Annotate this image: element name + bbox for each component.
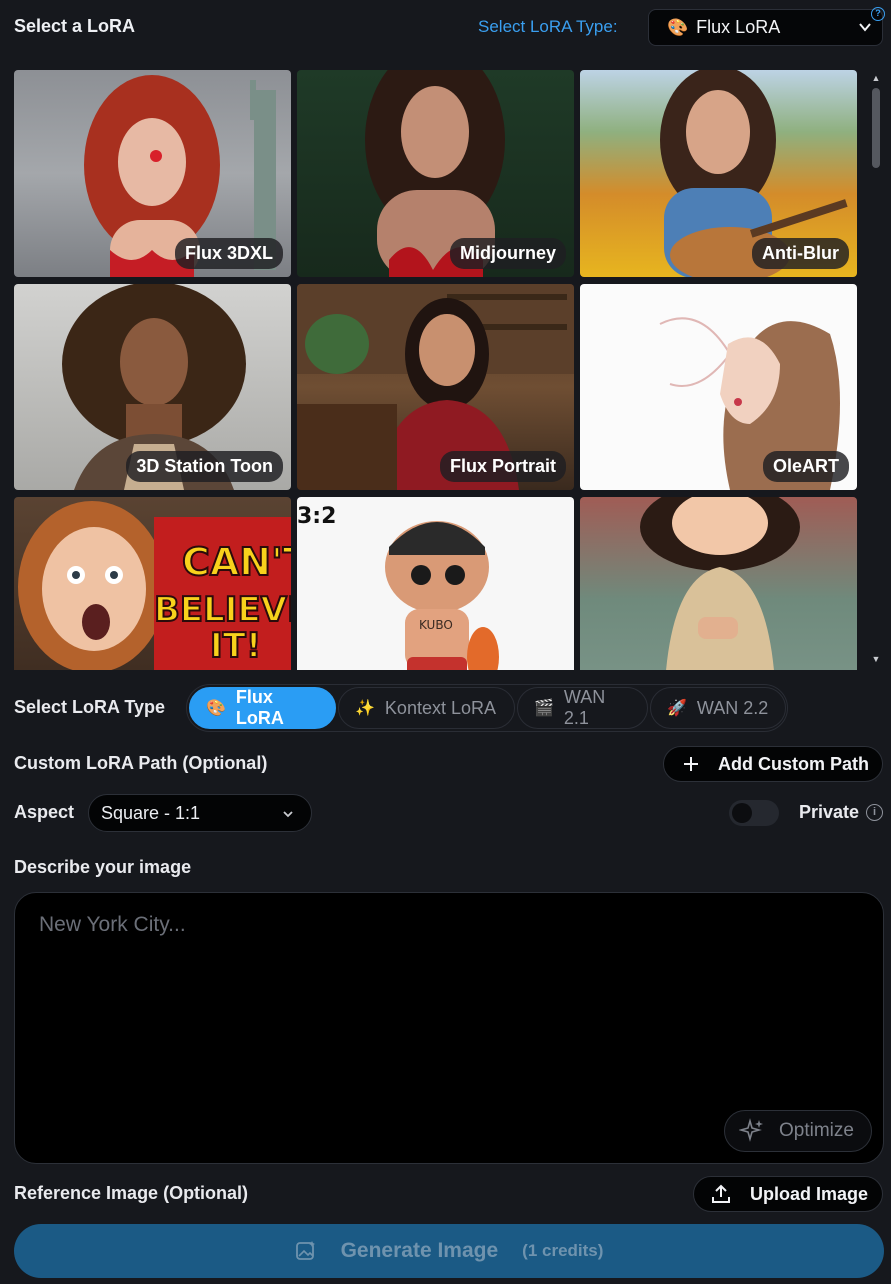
chevron-down-icon bbox=[283, 811, 293, 818]
info-icon[interactable]: i bbox=[866, 804, 883, 821]
optimize-button[interactable]: Optimize bbox=[724, 1110, 872, 1152]
clapperboard-icon: 🎬 bbox=[534, 700, 554, 717]
lora-type-label: Select LoRA Type: bbox=[478, 17, 618, 36]
prompt-textarea[interactable] bbox=[39, 913, 859, 1093]
page-title: Select a LoRA bbox=[14, 16, 136, 36]
scroll-up-arrow-icon[interactable]: ▲ bbox=[870, 73, 882, 83]
lora-card-label: Flux 3DXL bbox=[174, 238, 283, 269]
custom-path-label: Custom LoRA Path (Optional) bbox=[14, 753, 268, 773]
add-custom-path-label: Add Custom Path bbox=[718, 753, 869, 774]
reference-image-label: Reference Image (Optional) bbox=[14, 1183, 249, 1203]
aspect-select-value: Square - 1:1 bbox=[101, 802, 201, 823]
toggle-knob bbox=[732, 803, 752, 823]
sparkle-icon bbox=[739, 1118, 763, 1142]
aspect-label: Aspect bbox=[14, 802, 75, 822]
lora-thumbnail: 3:2 KUBO bbox=[297, 504, 499, 670]
aspect-corner-text: 3:2 bbox=[297, 504, 336, 529]
lora-card-label: Anti-Blur bbox=[752, 238, 849, 269]
lora-type-select-value: Flux LoRA bbox=[696, 17, 781, 37]
upload-icon bbox=[712, 1184, 730, 1203]
optimize-label: Optimize bbox=[779, 1120, 854, 1141]
upload-image-label: Upload Image bbox=[750, 1183, 869, 1204]
describe-label: Describe your image bbox=[14, 857, 192, 877]
tab-label: Flux LoRA bbox=[235, 687, 284, 728]
overlay-text-line: CAN'T bbox=[182, 540, 291, 584]
plus-icon bbox=[684, 757, 698, 771]
sparkles-icon: ✨ bbox=[355, 700, 375, 717]
private-label: Private bbox=[799, 802, 860, 822]
private-toggle[interactable] bbox=[729, 800, 779, 826]
tab-label: WAN 2.2 bbox=[696, 697, 769, 718]
scroll-down-arrow-icon[interactable]: ▼ bbox=[870, 654, 882, 664]
generate-image-label: Generate Image bbox=[340, 1239, 499, 1262]
image-sparkle-icon bbox=[295, 1241, 315, 1260]
generate-image-button[interactable]: Generate Image (1 credits) bbox=[14, 1224, 884, 1278]
lora-card-label: 3D Station Toon bbox=[126, 451, 283, 482]
lora-card[interactable]: 3:2 KUBO bbox=[297, 497, 574, 670]
palette-icon: 🎨 bbox=[667, 17, 689, 37]
lora-thumbnail bbox=[640, 497, 800, 670]
chevron-down-icon bbox=[859, 23, 871, 32]
tab-label: Kontext LoRA bbox=[384, 697, 496, 718]
lora-card[interactable] bbox=[580, 497, 857, 670]
lora-gallery: Flux 3DXL Midjourney Anti-Blur 3D Statio… bbox=[14, 70, 857, 670]
lora-type-row-label: Select LoRA Type bbox=[14, 697, 166, 717]
tab-flux-lora[interactable]: 🎨 Flux LoRA bbox=[189, 687, 336, 729]
lora-card[interactable]: 3D Station Toon bbox=[14, 284, 291, 490]
overlay-text-line: IT! bbox=[210, 626, 261, 666]
lora-card[interactable]: Flux 3DXL bbox=[14, 70, 291, 277]
add-custom-path-button[interactable]: Add Custom Path bbox=[663, 746, 883, 782]
lora-card-label: Flux Portrait bbox=[439, 451, 566, 482]
lora-card[interactable]: CAN'T BELIEVE! IT! bbox=[14, 497, 291, 670]
lora-thumbnail: CAN'T BELIEVE! IT! bbox=[18, 501, 291, 670]
tab-label: WAN 2.1 bbox=[563, 687, 606, 728]
lora-card[interactable]: OleART bbox=[580, 284, 857, 490]
tab-wan-2-1[interactable]: 🎬 WAN 2.1 bbox=[517, 687, 648, 729]
lora-type-select[interactable]: 🎨 Flux LoRA bbox=[648, 9, 883, 46]
rocket-icon: 🚀 bbox=[667, 700, 687, 717]
lora-card[interactable]: Midjourney bbox=[297, 70, 574, 277]
credits-cost: (1 credits) bbox=[522, 1241, 604, 1260]
toy-body-text: KUBO bbox=[419, 618, 453, 632]
lora-card[interactable]: Anti-Blur bbox=[580, 70, 857, 277]
aspect-select[interactable]: Square - 1:1 bbox=[88, 794, 312, 832]
upload-image-button[interactable]: Upload Image bbox=[693, 1176, 883, 1212]
palette-icon: 🎨 bbox=[206, 700, 226, 717]
overlay-text-line: BELIEVE! bbox=[154, 590, 291, 630]
lora-card-label: Midjourney bbox=[449, 238, 566, 269]
gallery-scroll-thumb[interactable] bbox=[872, 88, 880, 168]
lora-card[interactable]: Flux Portrait bbox=[297, 284, 574, 490]
help-icon[interactable]: ? bbox=[871, 7, 885, 21]
tab-wan-2-2[interactable]: 🚀 WAN 2.2 bbox=[650, 687, 786, 729]
lora-card-label: OleART bbox=[762, 451, 849, 482]
tab-kontext-lora[interactable]: ✨ Kontext LoRA bbox=[338, 687, 515, 729]
